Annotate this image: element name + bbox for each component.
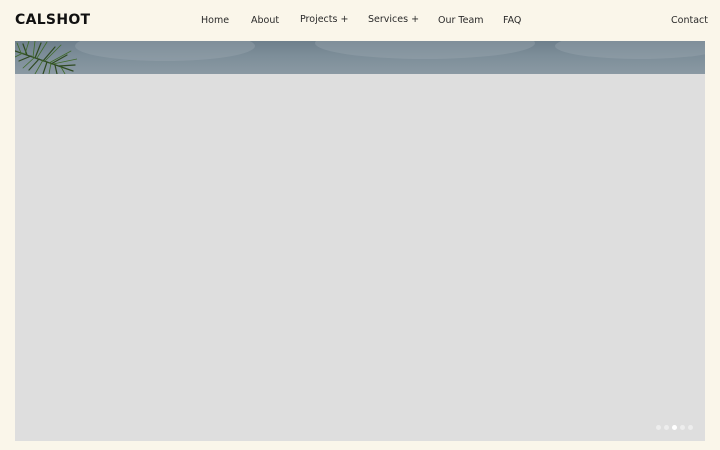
nav-link-contact[interactable]: Contact [671, 15, 708, 27]
page: CALSHOT Home About Projects + Services +… [0, 0, 720, 450]
slider-dot-2[interactable] [664, 425, 669, 430]
hero-image-sky [15, 41, 705, 74]
nav-link-home[interactable]: Home [201, 15, 229, 27]
site-logo[interactable]: CALSHOT [15, 11, 90, 29]
nav-link-about[interactable]: About [251, 15, 279, 27]
site-header: CALSHOT Home About Projects + Services +… [0, 0, 720, 41]
hero-slider[interactable] [15, 41, 705, 441]
nav-link-our-team[interactable]: Our Team [438, 15, 484, 27]
slider-dot-1[interactable] [656, 425, 661, 430]
pine-tree-branch-image [15, 41, 77, 74]
slider-dot-4[interactable] [680, 425, 685, 430]
nav-dropdown-services[interactable]: Services + [368, 14, 419, 26]
nav-dropdown-projects[interactable]: Projects + [300, 14, 348, 26]
slider-dot-5[interactable] [688, 425, 693, 430]
slider-dot-3-active[interactable] [672, 425, 677, 430]
nav-link-faq[interactable]: FAQ [503, 15, 521, 27]
slider-pagination [656, 425, 693, 431]
